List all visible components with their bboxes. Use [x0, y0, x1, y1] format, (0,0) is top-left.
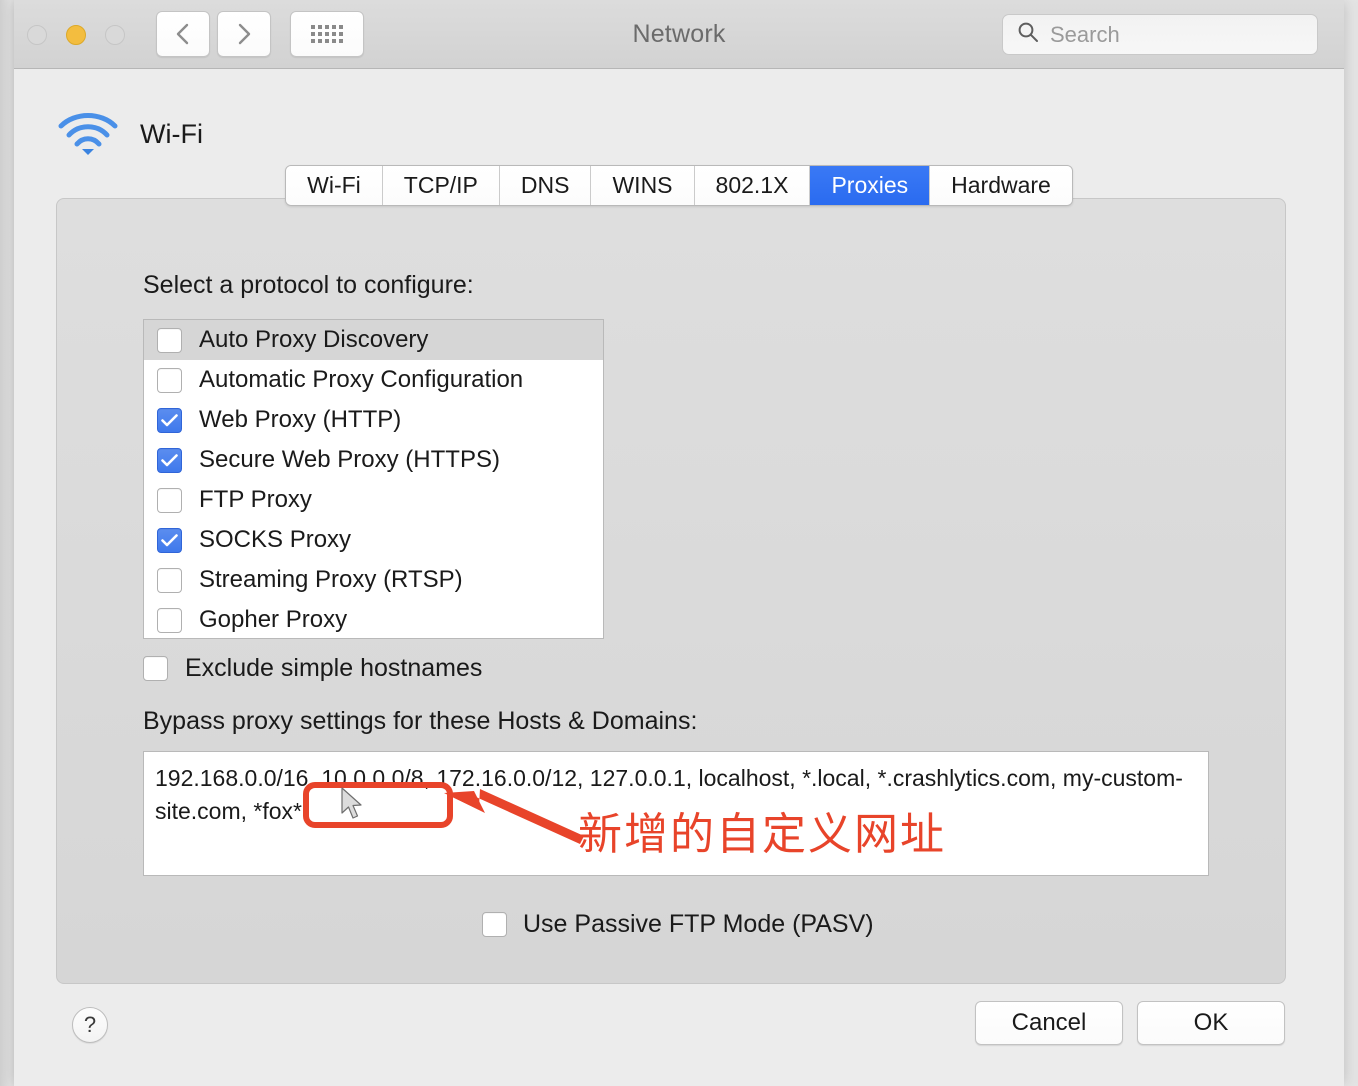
ok-button[interactable]: OK: [1137, 1001, 1285, 1045]
protocol-row[interactable]: Streaming Proxy (RTSP): [144, 560, 603, 600]
protocol-checkbox[interactable]: [157, 527, 182, 553]
protocol-checkbox[interactable]: [157, 367, 182, 393]
protocol-label: Web Proxy (HTTP): [199, 406, 402, 433]
protocol-row[interactable]: FTP Proxy: [144, 480, 603, 520]
titlebar: Network Search: [14, 0, 1344, 69]
wifi-icon: [57, 111, 119, 162]
protocol-label: Auto Proxy Discovery: [199, 326, 429, 353]
protocol-label: Streaming Proxy (RTSP): [199, 566, 463, 593]
protocol-label: FTP Proxy: [199, 486, 312, 513]
protocol-checkbox[interactable]: [157, 607, 182, 633]
tab-tcp-ip[interactable]: TCP/IP: [382, 166, 500, 205]
tab-802-1x[interactable]: 802.1X: [694, 166, 811, 205]
service-name: Wi-Fi: [140, 119, 203, 149]
protocol-label: SOCKS Proxy: [199, 526, 352, 553]
search-input-placeholder: Search: [1050, 21, 1120, 47]
annotation-text: 新增的自定义网址: [578, 809, 946, 860]
exclude-simple-hostnames-label: Exclude simple hostnames: [185, 654, 483, 682]
passive-ftp-row[interactable]: Use Passive FTP Mode (PASV): [482, 910, 874, 939]
protocol-label: Gopher Proxy: [199, 606, 348, 633]
tab-proxies[interactable]: Proxies: [810, 166, 931, 205]
protocol-row[interactable]: Auto Proxy Discovery: [144, 320, 603, 360]
protocol-checkbox[interactable]: [157, 327, 182, 353]
protocol-label: Automatic Proxy Configuration: [199, 366, 524, 393]
exclude-simple-hostnames-row[interactable]: Exclude simple hostnames: [143, 654, 482, 683]
network-preferences-window: Network Search Wi-Fi Wi-Fi TCP/IP DNS WI…: [14, 0, 1344, 1086]
protocol-row[interactable]: Secure Web Proxy (HTTPS): [144, 440, 603, 480]
search-icon: [1017, 21, 1039, 48]
passive-ftp-label: Use Passive FTP Mode (PASV): [523, 910, 874, 938]
help-button[interactable]: ?: [72, 1007, 108, 1043]
bypass-label: Bypass proxy settings for these Hosts & …: [143, 707, 698, 735]
proxies-panel: Select a protocol to configure: Auto Pro…: [56, 198, 1286, 984]
tab-wins[interactable]: WINS: [591, 166, 695, 205]
exclude-simple-hostnames-checkbox[interactable]: [143, 656, 168, 681]
protocol-checkbox[interactable]: [157, 487, 182, 513]
tab-hardware[interactable]: Hardware: [930, 166, 1072, 205]
tabs: Wi-Fi TCP/IP DNS WINS 802.1X Proxies Hardware: [285, 165, 1073, 206]
cancel-button[interactable]: Cancel: [975, 1001, 1123, 1045]
section-label: Select a protocol to configure:: [143, 271, 474, 299]
protocol-row[interactable]: SOCKS Proxy: [144, 520, 603, 560]
protocol-list[interactable]: Auto Proxy Discovery Automatic Proxy Conf…: [143, 319, 604, 639]
protocol-row[interactable]: Web Proxy (HTTP): [144, 400, 603, 440]
tab-wi-fi[interactable]: Wi-Fi: [286, 166, 383, 205]
protocol-row[interactable]: Automatic Proxy Configuration: [144, 360, 603, 400]
screen: Network Search Wi-Fi Wi-Fi TCP/IP DNS WI…: [0, 0, 1358, 1086]
protocol-label: Secure Web Proxy (HTTPS): [199, 446, 500, 473]
tab-bar: Wi-Fi TCP/IP DNS WINS 802.1X Proxies Hardware: [14, 165, 1344, 206]
protocol-checkbox[interactable]: [157, 567, 182, 593]
passive-ftp-checkbox[interactable]: [482, 912, 507, 937]
protocol-row[interactable]: Gopher Proxy: [144, 600, 603, 638]
protocol-checkbox[interactable]: [157, 447, 182, 473]
search-field[interactable]: Search: [1002, 14, 1318, 55]
tab-dns[interactable]: DNS: [499, 166, 592, 205]
protocol-checkbox[interactable]: [157, 407, 182, 433]
